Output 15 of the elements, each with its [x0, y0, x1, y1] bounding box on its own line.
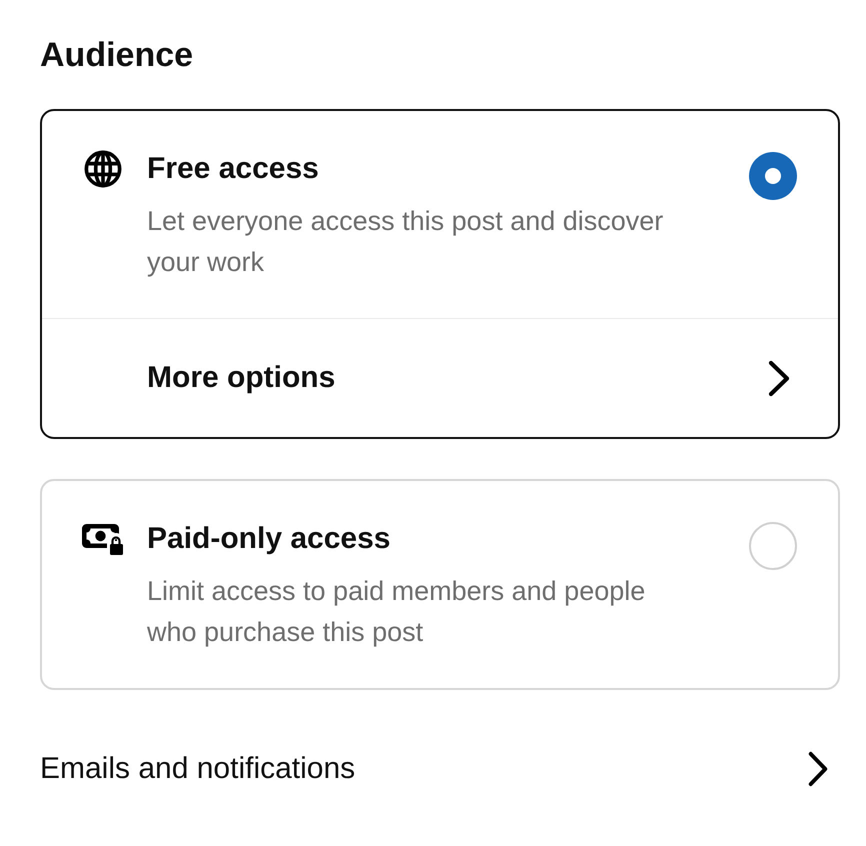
- more-options-button[interactable]: More options: [42, 319, 838, 437]
- option-card[interactable]: Free access Let everyone access this post and discover your work More options: [40, 109, 840, 439]
- chevron-right-icon: [808, 751, 828, 787]
- globe-icon: [84, 150, 122, 188]
- emails-notifications-link[interactable]: Emails and notifications: [40, 735, 840, 803]
- banknote-lock-icon: [82, 523, 124, 555]
- radio-button[interactable]: [749, 522, 797, 570]
- radio-button[interactable]: [749, 152, 797, 200]
- option-title: Paid-only access: [147, 521, 392, 557]
- option-description: Limit access to paid members and people who purchase this post: [147, 575, 646, 649]
- option-title: Free access: [147, 151, 320, 187]
- section-heading: Audience: [40, 35, 194, 75]
- option-description: Let everyone access this post and discover your work: [147, 205, 664, 279]
- option-card[interactable]: Paid-only access Limit access to paid members and people who purchase this post: [40, 479, 840, 690]
- chevron-right-icon: [768, 360, 790, 396]
